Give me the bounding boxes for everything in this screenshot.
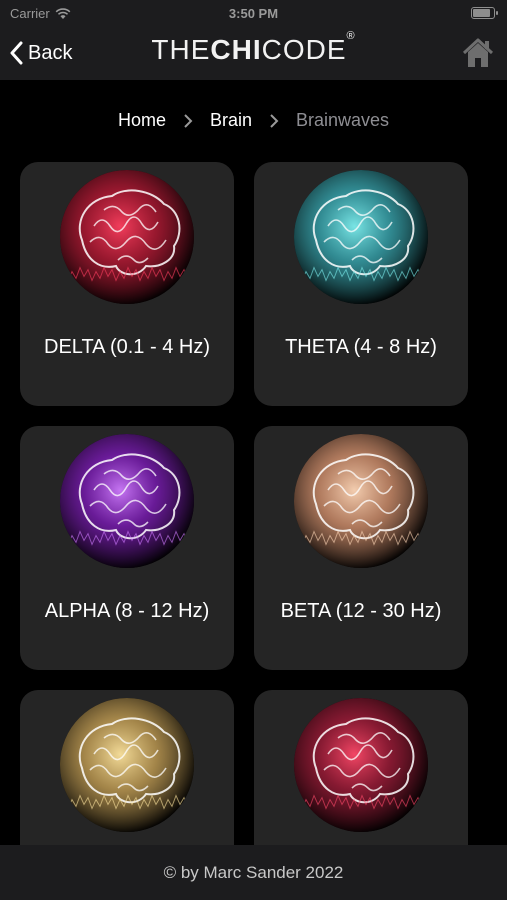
breadcrumb-brain[interactable]: Brain bbox=[210, 110, 252, 131]
brain-image bbox=[60, 170, 194, 304]
breadcrumb: Home Brain Brainwaves bbox=[0, 110, 507, 131]
status-time: 3:50 PM bbox=[228, 6, 279, 21]
brain-illustration bbox=[60, 698, 194, 832]
home-icon[interactable] bbox=[461, 36, 495, 70]
brain-image bbox=[60, 698, 194, 832]
brain-image bbox=[294, 170, 428, 304]
brain-image bbox=[294, 434, 428, 568]
logo-suffix: CODE bbox=[261, 34, 347, 65]
footer: © by Marc Sander 2022 bbox=[0, 845, 507, 900]
chevron-right-icon bbox=[184, 113, 193, 128]
card-brainwave-6[interactable] bbox=[254, 690, 468, 845]
status-bar: Carrier 3:50 PM bbox=[0, 0, 507, 28]
card-delta[interactable]: DELTA (0.1 - 4 Hz) bbox=[20, 162, 234, 406]
card-label: ALPHA (8 - 12 Hz) bbox=[44, 600, 210, 622]
chevron-right-icon bbox=[270, 113, 279, 128]
card-label: DELTA (0.1 - 4 Hz) bbox=[44, 336, 210, 358]
battery-fill bbox=[473, 9, 490, 17]
card-gamma[interactable] bbox=[20, 690, 234, 845]
card-label: THETA (4 - 8 Hz) bbox=[285, 336, 437, 358]
card-alpha[interactable]: ALPHA (8 - 12 Hz) bbox=[20, 426, 234, 670]
app-logo: THECHICODE® bbox=[0, 30, 507, 66]
card-beta[interactable]: BETA (12 - 30 Hz) bbox=[254, 426, 468, 670]
brain-image bbox=[60, 434, 194, 568]
card-label: BETA (12 - 30 Hz) bbox=[280, 600, 442, 622]
card-theta[interactable]: THETA (4 - 8 Hz) bbox=[254, 162, 468, 406]
breadcrumb-brainwaves: Brainwaves bbox=[296, 110, 390, 130]
brain-illustration bbox=[60, 434, 194, 568]
battery-icon bbox=[471, 7, 498, 19]
copyright-text: © by Marc Sander 2022 bbox=[163, 863, 344, 882]
logo-prefix: THE bbox=[151, 34, 211, 65]
logo-bold: CHI bbox=[210, 34, 262, 65]
brain-image bbox=[294, 698, 428, 832]
navigation-bar: Back THECHICODE® bbox=[0, 28, 507, 80]
brain-illustration bbox=[294, 434, 428, 568]
brain-illustration bbox=[294, 698, 428, 832]
brain-illustration bbox=[294, 170, 428, 304]
brain-illustration bbox=[60, 170, 194, 304]
registered-mark: ® bbox=[346, 29, 356, 42]
breadcrumb-home[interactable]: Home bbox=[118, 110, 166, 131]
